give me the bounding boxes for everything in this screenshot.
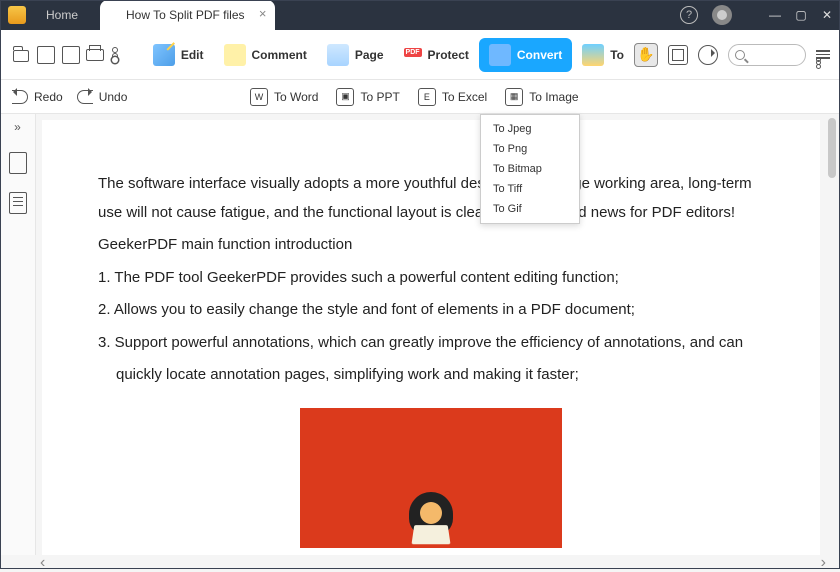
hand-tool-icon[interactable]: ✋ [634, 43, 658, 67]
ppt-icon: ▣ [336, 88, 354, 106]
doc-list-item: 3. Support powerful annotations, which c… [98, 329, 764, 358]
vertical-scrollbar[interactable] [828, 118, 838, 551]
undo-label: Undo [99, 90, 128, 104]
share-icon[interactable] [108, 43, 122, 67]
horizontal-scrollbar[interactable] [40, 557, 826, 567]
redo-button[interactable]: Redo [12, 90, 63, 104]
outline-icon[interactable] [9, 192, 27, 214]
file-tab-label: How To Split PDF files [126, 8, 244, 22]
pdf-page[interactable]: The software interface visually adopts a… [42, 120, 820, 555]
hacker-illustration-icon [401, 488, 461, 548]
dropdown-item-png[interactable]: To Png [481, 139, 579, 159]
help-icon[interactable]: ? [680, 6, 698, 24]
to-word-button[interactable]: W To Word [250, 88, 318, 106]
thumbnails-icon[interactable] [9, 152, 27, 174]
tab-comment[interactable]: Comment [214, 38, 317, 72]
user-avatar-icon[interactable] [712, 5, 732, 25]
undo-icon [77, 90, 93, 104]
tool-icon [582, 44, 604, 66]
tab-edit[interactable]: Edit [143, 38, 214, 72]
tab-edit-label: Edit [181, 48, 204, 62]
pdf-badge-icon: PDF [404, 48, 422, 57]
home-tab[interactable]: Home [32, 8, 92, 22]
rotate-icon[interactable] [698, 45, 718, 65]
app-icon [8, 6, 26, 24]
select-tool-icon[interactable] [668, 45, 688, 65]
excel-icon: E [418, 88, 436, 106]
doc-list-item: 1. The PDF tool GeekerPDF provides such … [98, 264, 764, 293]
to-ppt-label: To PPT [360, 90, 399, 104]
close-window-button[interactable]: ✕ [814, 8, 840, 22]
doc-illustration [300, 408, 562, 548]
convert-subtoolbar: Redo Undo W To Word ▣ To PPT E To Excel … [0, 80, 840, 114]
dropdown-item-bitmap[interactable]: To Bitmap [481, 159, 579, 179]
tab-tool-label: To [610, 48, 624, 62]
tab-tool[interactable]: To [572, 38, 634, 72]
doc-list-item: 2. Allows you to easily change the style… [98, 296, 764, 325]
ribbon-toolbar: Edit Comment Page PDF Protect Convert To… [0, 30, 840, 80]
edit-icon [153, 44, 175, 66]
dropdown-item-jpeg[interactable]: To Jpeg [481, 119, 579, 139]
list-view-toggle-icon[interactable] [816, 50, 830, 59]
to-excel-label: To Excel [442, 90, 487, 104]
tab-convert[interactable]: Convert [479, 38, 572, 72]
tab-convert-label: Convert [517, 48, 562, 62]
save-as-icon[interactable] [59, 43, 73, 67]
tab-comment-label: Comment [252, 48, 307, 62]
word-icon: W [250, 88, 268, 106]
undo-button[interactable]: Undo [77, 90, 128, 104]
minimize-button[interactable]: — [762, 8, 788, 22]
comment-icon [224, 44, 246, 66]
dropdown-item-tiff[interactable]: To Tiff [481, 179, 579, 199]
doc-paragraph: GeekerPDF main function introduction [98, 231, 764, 260]
tab-protect-label: Protect [428, 48, 469, 62]
maximize-button[interactable]: ▢ [788, 8, 814, 22]
to-excel-button[interactable]: E To Excel [418, 88, 487, 106]
to-image-button[interactable]: ▦ To Image [505, 88, 578, 106]
left-panel-rail: » [0, 114, 36, 555]
save-icon[interactable] [34, 43, 48, 67]
print-icon[interactable] [83, 43, 97, 67]
to-ppt-button[interactable]: ▣ To PPT [336, 88, 399, 106]
doc-paragraph: The software interface visually adopts a… [98, 170, 764, 227]
to-image-dropdown: To Jpeg To Png To Bitmap To Tiff To Gif [480, 114, 580, 224]
to-word-label: To Word [274, 90, 318, 104]
search-input[interactable] [728, 44, 806, 66]
file-tab[interactable]: How To Split PDF files × [100, 0, 274, 30]
title-bar: Home How To Split PDF files × ? — ▢ ✕ [0, 0, 840, 30]
document-viewport: The software interface visually adopts a… [36, 114, 826, 555]
close-tab-icon[interactable]: × [259, 6, 267, 21]
search-icon [735, 50, 745, 60]
doc-list-item: quickly locate annotation pages, simplif… [98, 361, 764, 390]
convert-icon [489, 44, 511, 66]
page-icon [327, 44, 349, 66]
to-image-label: To Image [529, 90, 578, 104]
expand-panel-icon[interactable]: » [14, 120, 21, 134]
tab-protect[interactable]: PDF Protect [394, 42, 479, 68]
redo-label: Redo [34, 90, 63, 104]
dropdown-item-gif[interactable]: To Gif [481, 199, 579, 219]
redo-icon [12, 90, 28, 104]
scrollbar-thumb[interactable] [828, 118, 836, 178]
tab-page-label: Page [355, 48, 384, 62]
open-file-icon[interactable] [10, 43, 24, 67]
tab-page[interactable]: Page [317, 38, 394, 72]
image-icon: ▦ [505, 88, 523, 106]
